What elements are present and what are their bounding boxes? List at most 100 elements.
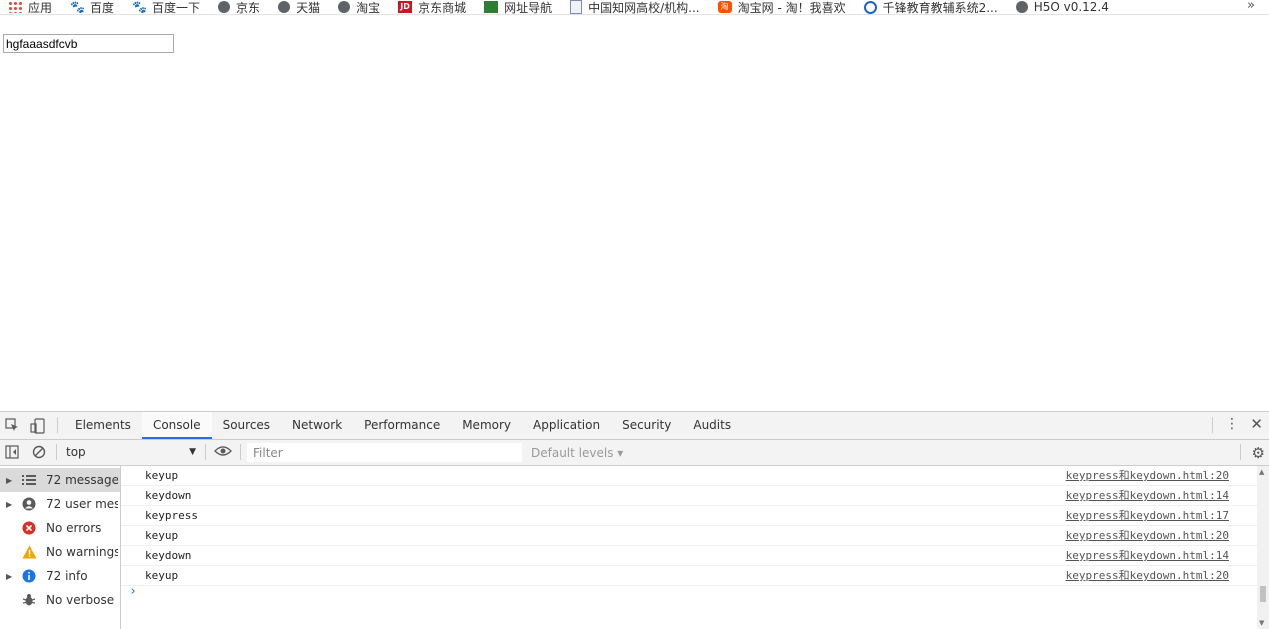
bookmark-item[interactable]: 网址导航 [484,0,552,14]
sidebar-item-label: 72 info [46,569,88,583]
taobao-icon: 淘 [717,1,732,13]
bookmark-label: 天猫 [296,0,321,15]
expand-triangle-icon[interactable]: ▶ [6,500,15,509]
tab-application[interactable]: Application [522,412,611,439]
bookmark-item[interactable]: 淘淘宝网 - 淘！我喜欢 [717,0,846,15]
source-link[interactable]: keypress和keydown.html:20 [1066,566,1229,585]
inspect-element-icon[interactable] [5,418,19,432]
user-icon [21,496,37,512]
console-message: keyup keypress和keydown.html:20 [121,466,1257,486]
bookmark-item[interactable]: 千锋教育教辅系统2... [863,0,998,15]
tab-console[interactable]: Console [141,412,212,439]
tab-performance[interactable]: Performance [353,412,451,439]
device-toolbar-icon[interactable] [30,418,45,434]
console-message: keypress keypress和keydown.html:17 [121,506,1257,526]
divider [205,444,206,460]
bookmark-item[interactable]: 中国知网高校/机构... [570,0,700,14]
message-text: keyup [145,569,179,582]
expand-triangle-icon[interactable]: ▶ [6,572,15,581]
error-icon [21,520,37,536]
bookmark-item[interactable]: 淘宝 [338,0,380,14]
tab-audits[interactable]: Audits [682,412,742,439]
console-toolbar: top ▼ Filter Default levels ▾ ⚙ [0,440,1269,466]
message-text: keydown [145,489,192,502]
scroll-up-arrow-icon[interactable]: ▲ [1259,468,1264,476]
close-devtools-icon[interactable]: ✕ [1250,415,1263,433]
bookmark-label: H5O v0.12.4 [1033,0,1109,14]
dropdown-arrow-icon: ▼ [189,447,196,457]
bookmark-label: 京东商城 [418,0,467,15]
source-link[interactable]: keypress和keydown.html:20 [1066,526,1229,545]
console-prompt-icon[interactable]: › [129,584,137,599]
baidu-paw-icon: 🐾 [132,0,147,14]
bookmark-label: 京东 [236,0,261,15]
context-label: top [66,445,86,459]
sidebar-item[interactable]: ▶ 72 messages [0,468,120,492]
filter-input[interactable]: Filter [247,443,522,462]
document-icon [570,0,583,14]
bookmark-label: 网址导航 [504,0,553,15]
text-input[interactable]: hgfaaasdfcvb [3,34,174,53]
source-link[interactable]: keypress和keydown.html:14 [1066,546,1229,565]
sidebar-item[interactable]: ▶ 72 info [0,564,120,588]
message-text: keydown [145,549,192,562]
jd-logo-icon: JD [398,1,413,13]
sidebar-item[interactable]: ▶ 72 user mes... [0,492,120,516]
console-scrollbar[interactable]: ▲ ▼ [1257,466,1269,629]
live-expression-eye-icon[interactable] [214,444,232,458]
devtools-tabbar: Elements Console Sources Network Performance… [0,412,1269,440]
console-message: keydown keypress和keydown.html:14 [121,546,1257,566]
bookmark-item[interactable]: 应用 [8,0,52,14]
divider [57,417,58,433]
console-message: keyup keypress和keydown.html:20 [121,526,1257,546]
bookmark-label: 百度 [90,0,115,15]
sidebar-toggle-icon[interactable] [5,445,19,459]
bookmark-label: 千锋教育教辅系统2... [882,0,998,15]
console-messages: › keyup keypress和keydown.html:20 keydown ke… [121,466,1257,629]
bookmark-item[interactable]: 天猫 [278,0,320,14]
bookmark-item[interactable]: JD 京东商城 [398,0,466,14]
bookmark-label: 淘宝网 - 淘！我喜欢 [737,0,846,15]
sidebar-item[interactable]: No warnings [0,540,120,564]
bookmark-item[interactable]: H5O v0.12.4 [1015,0,1109,14]
console-message: keydown keypress和keydown.html:14 [121,486,1257,506]
bookmark-item[interactable]: 🐾 百度 [70,0,115,15]
source-link[interactable]: keypress和keydown.html:20 [1066,466,1229,485]
warning-icon [21,544,37,560]
scroll-down-arrow-icon[interactable]: ▼ [1259,619,1264,627]
context-selector[interactable]: top ▼ [60,443,200,461]
tab-memory[interactable]: Memory [451,412,522,439]
tab-elements[interactable]: Elements [64,412,142,439]
apps-grid-icon [8,1,22,13]
console-sidebar: ▶ 72 messages ▶ 72 user mes... No errors No w… [0,466,121,629]
sidebar-item-label: No warnings [46,545,118,559]
log-levels-dropdown[interactable]: Default levels ▾ [531,444,623,462]
sidebar-item-label: 72 messages [46,473,118,487]
console-settings-gear-icon[interactable]: ⚙ [1252,444,1265,462]
tab-security[interactable]: Security [611,412,682,439]
source-link[interactable]: keypress和keydown.html:17 [1066,506,1229,525]
bookmark-label: 应用 [28,0,53,15]
clear-console-icon[interactable] [32,445,46,459]
tab-sources[interactable]: Sources [212,412,281,439]
tab-network[interactable]: Network [281,412,353,439]
divider [1240,444,1241,460]
globe-icon [278,1,291,13]
source-link[interactable]: keypress和keydown.html:14 [1066,486,1229,505]
message-text: keyup [145,529,179,542]
bookmark-item[interactable]: 🐾 百度一下 [132,0,200,15]
expand-triangle-icon[interactable]: ▶ [6,476,15,485]
web-nav-icon [484,1,499,13]
bookmark-item[interactable]: 京东 [218,0,260,14]
more-menu-icon[interactable]: ⋮ [1225,416,1239,432]
sidebar-item-label: 72 user mes... [46,497,118,511]
sidebar-item[interactable]: No errors [0,516,120,540]
bug-icon [21,592,37,608]
scroll-thumb[interactable] [1260,586,1266,602]
list-icon [21,472,37,488]
divider [1212,417,1213,433]
bookmarks-overflow-button[interactable]: » [1247,0,1255,13]
sidebar-item[interactable]: No verbose [0,588,120,612]
message-text: keypress [145,509,198,522]
bookmark-label: 中国知网高校/机构... [588,0,700,15]
